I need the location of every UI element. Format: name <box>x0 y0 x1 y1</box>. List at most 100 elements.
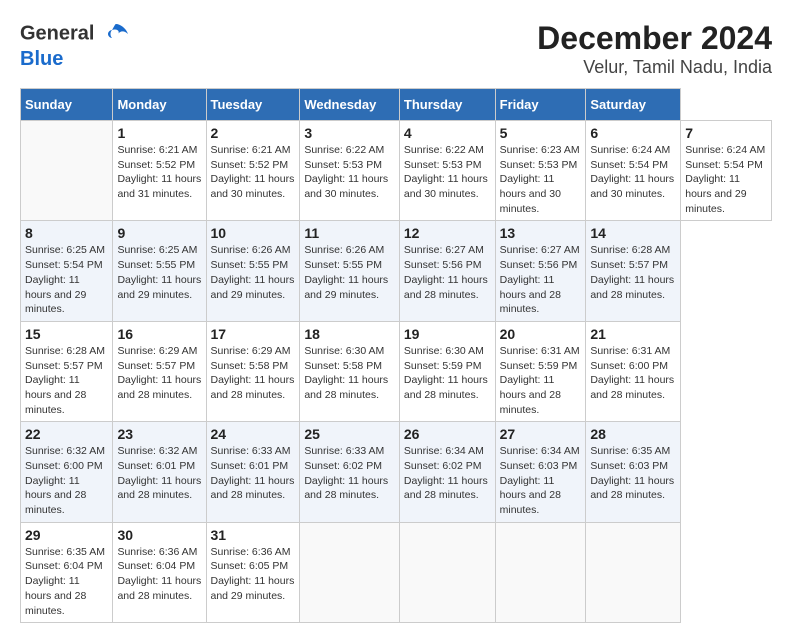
calendar-cell: 15Sunrise: 6:28 AMSunset: 5:57 PMDayligh… <box>21 321 113 421</box>
sunrise-text: Sunrise: 6:35 AM <box>590 445 670 457</box>
daylight-text: Daylight: 11 hours and 28 minutes. <box>590 274 674 301</box>
calendar-cell: 7 Sunrise: 6:24 AMSunset: 5:54 PMDaylight… <box>681 121 772 221</box>
sunrise-text: Sunrise: 6:26 AM <box>304 244 384 256</box>
day-number: 18 <box>304 326 395 342</box>
sunset-text: Sunset: 6:01 PM <box>117 460 195 472</box>
day-info: Sunrise: 6:28 AMSunset: 5:57 PMDaylight:… <box>25 344 108 417</box>
calendar-cell: 21Sunrise: 6:31 AMSunset: 6:00 PMDayligh… <box>586 321 681 421</box>
daylight-text: Daylight: 11 hours and 29 minutes. <box>304 274 388 301</box>
calendar-cell: 28Sunrise: 6:35 AMSunset: 6:03 PMDayligh… <box>586 422 681 522</box>
day-info: Sunrise: 6:24 AMSunset: 5:54 PMDaylight:… <box>685 143 767 216</box>
day-number: 9 <box>117 225 201 241</box>
sunset-text: Sunset: 5:59 PM <box>404 360 482 372</box>
sunset-text: Sunset: 5:54 PM <box>685 159 763 171</box>
day-number: 23 <box>117 426 201 442</box>
day-number: 22 <box>25 426 108 442</box>
calendar-cell <box>21 121 113 221</box>
day-number: 8 <box>25 225 108 241</box>
day-number: 5 <box>500 125 582 141</box>
day-info: Sunrise: 6:35 AM Sunset: 6:03 PM Daylight:… <box>590 444 676 503</box>
daylight-text: Daylight: 11 hours and 28 minutes. <box>404 274 488 301</box>
title-section: December 2024 Velur, Tamil Nadu, India <box>537 20 772 78</box>
header-sunday: Sunday <box>21 89 113 121</box>
day-number: 20 <box>500 326 582 342</box>
calendar-cell: 6Sunrise: 6:24 AMSunset: 5:54 PMDaylight… <box>586 121 681 221</box>
daylight-text: Daylight: 11 hours and 29 minutes. <box>211 575 295 602</box>
calendar-subtitle: Velur, Tamil Nadu, India <box>537 57 772 78</box>
sunrise-text: Sunrise: 6:27 AM <box>404 244 484 256</box>
calendar-table: SundayMondayTuesdayWednesdayThursdayFrid… <box>20 88 772 623</box>
sunset-text: Sunset: 6:03 PM <box>590 460 668 472</box>
calendar-cell: 26Sunrise: 6:34 AMSunset: 6:02 PMDayligh… <box>399 422 495 522</box>
sunrise-text: Sunrise: 6:35 AM <box>25 546 105 558</box>
day-info: Sunrise: 6:22 AMSunset: 5:53 PMDaylight:… <box>404 143 491 202</box>
calendar-cell: 5Sunrise: 6:23 AMSunset: 5:53 PMDaylight… <box>495 121 586 221</box>
sunrise-text: Sunrise: 6:32 AM <box>25 445 105 457</box>
calendar-cell <box>495 522 586 622</box>
sunset-text: Sunset: 5:57 PM <box>25 360 103 372</box>
sunrise-text: Sunrise: 6:31 AM <box>500 345 580 357</box>
daylight-text: Daylight: 11 hours and 28 minutes. <box>117 575 201 602</box>
day-number: 31 <box>211 527 296 543</box>
daylight-text: Daylight: 11 hours and 28 minutes. <box>25 575 86 616</box>
day-number: 3 <box>304 125 395 141</box>
calendar-cell: 23 Sunrise: 6:32 AMSunset: 6:01 PMDayligh… <box>113 422 206 522</box>
day-number: 11 <box>304 225 395 241</box>
daylight-text: Daylight: 11 hours and 28 minutes. <box>590 475 674 502</box>
day-info: Sunrise: 6:27 AMSunset: 5:56 PMDaylight:… <box>404 243 491 302</box>
day-number: 12 <box>404 225 491 241</box>
day-info: Sunrise: 6:28 AMSunset: 5:57 PMDaylight:… <box>590 243 676 302</box>
sunset-text: Sunset: 5:56 PM <box>500 259 578 271</box>
calendar-cell: 27 Sunrise: 6:34 AMSunset: 6:03 PMDayligh… <box>495 422 586 522</box>
calendar-cell <box>300 522 400 622</box>
daylight-text: Daylight: 11 hours and 28 minutes. <box>304 374 388 401</box>
daylight-text: Daylight: 11 hours and 28 minutes. <box>25 374 86 415</box>
calendar-cell: 24Sunrise: 6:33 AMSunset: 6:01 PMDayligh… <box>206 422 300 522</box>
day-number: 24 <box>211 426 296 442</box>
sunrise-text: Sunrise: 6:36 AM <box>117 546 197 558</box>
calendar-cell: 22 Sunrise: 6:32 AM Sunset: 6:00 PM Dayligh… <box>21 422 113 522</box>
day-info: Sunrise: 6:27 AMSunset: 5:56 PMDaylight:… <box>500 243 582 316</box>
sunset-text: Sunset: 6:00 PM <box>590 360 668 372</box>
day-info: Sunrise: 6:21 AMSunset: 5:52 PMDaylight:… <box>211 143 296 202</box>
daylight-text: Daylight: 11 hours and 31 minutes. <box>117 173 201 200</box>
sunset-text: Sunset: 5:54 PM <box>590 159 668 171</box>
sunset-text: Sunset: 6:02 PM <box>304 460 382 472</box>
daylight-text: Daylight: 11 hours and 28 minutes. <box>25 475 86 516</box>
day-info: Sunrise: 6:31 AMSunset: 5:59 PMDaylight:… <box>500 344 582 417</box>
day-info: Sunrise: 6:33 AMSunset: 6:02 PMDaylight:… <box>304 444 395 503</box>
day-number: 29 <box>25 527 108 543</box>
day-info: Sunrise: 6:29 AMSunset: 5:58 PMDaylight:… <box>211 344 296 403</box>
sunset-text: Sunset: 5:57 PM <box>117 360 195 372</box>
day-number: 27 <box>500 426 582 442</box>
day-info: Sunrise: 6:36 AMSunset: 6:05 PMDaylight:… <box>211 545 296 604</box>
calendar-cell: 9Sunrise: 6:25 AMSunset: 5:55 PMDaylight… <box>113 221 206 321</box>
day-info: Sunrise: 6:34 AMSunset: 6:02 PMDaylight:… <box>404 444 491 503</box>
day-info: Sunrise: 6:34 AMSunset: 6:03 PMDaylight:… <box>500 444 582 517</box>
calendar-cell: 8 Sunrise: 6:25 AMSunset: 5:54 PMDaylight… <box>21 221 113 321</box>
day-info: Sunrise: 6:32 AMSunset: 6:01 PMDaylight:… <box>117 444 201 503</box>
sunrise-text: Sunrise: 6:29 AM <box>211 345 291 357</box>
day-number: 7 <box>685 125 767 141</box>
header-saturday: Saturday <box>586 89 681 121</box>
day-number: 1 <box>117 125 201 141</box>
sunrise-text: Sunrise: 6:25 AM <box>117 244 197 256</box>
calendar-cell: 31 Sunrise: 6:36 AMSunset: 6:05 PMDayligh… <box>206 522 300 622</box>
calendar-cell: 29Sunrise: 6:35 AMSunset: 6:04 PMDayligh… <box>21 522 113 622</box>
calendar-cell: 14Sunrise: 6:28 AMSunset: 5:57 PMDayligh… <box>586 221 681 321</box>
day-info: Sunrise: 6:22 AMSunset: 5:53 PMDaylight:… <box>304 143 395 202</box>
sunset-text: Sunset: 6:00 PM <box>25 460 103 472</box>
calendar-week-5: 29Sunrise: 6:35 AMSunset: 6:04 PMDayligh… <box>21 522 772 622</box>
logo-bird-icon <box>102 20 130 48</box>
sunrise-text: Sunrise: 6:34 AM <box>500 445 580 457</box>
header-tuesday: Tuesday <box>206 89 300 121</box>
sunset-text: Sunset: 5:55 PM <box>117 259 195 271</box>
day-number: 30 <box>117 527 201 543</box>
sunset-text: Sunset: 5:55 PM <box>304 259 382 271</box>
calendar-cell: 11 Sunrise: 6:26 AM Sunset: 5:55 PM Dayligh… <box>300 221 400 321</box>
calendar-cell: 17Sunrise: 6:29 AMSunset: 5:58 PMDayligh… <box>206 321 300 421</box>
sunset-text: Sunset: 5:52 PM <box>211 159 289 171</box>
day-info: Sunrise: 6:25 AMSunset: 5:54 PMDaylight:… <box>25 243 108 316</box>
calendar-cell: 12 Sunrise: 6:27 AMSunset: 5:56 PMDayligh… <box>399 221 495 321</box>
day-number: 6 <box>590 125 676 141</box>
